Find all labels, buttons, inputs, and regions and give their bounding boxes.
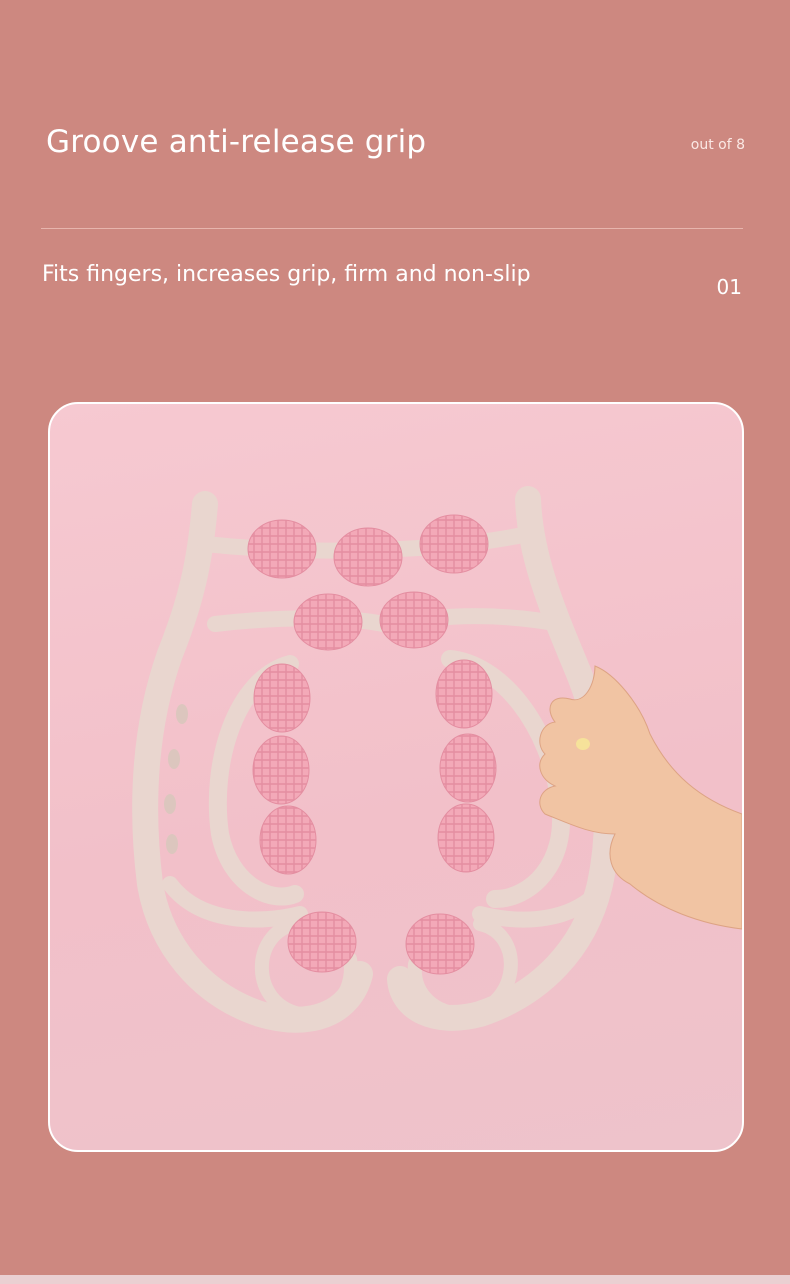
page-title: Groove anti-release grip xyxy=(46,124,427,160)
slide-counter: out of 8 xyxy=(690,137,745,153)
massage-roller-illustration xyxy=(132,486,742,1033)
feature-description: Fits fingers, increases grip, firm and n… xyxy=(42,262,531,287)
feature-index: 01 xyxy=(716,275,742,299)
divider xyxy=(41,228,743,229)
hand xyxy=(539,665,742,930)
grip-bumps xyxy=(164,704,188,854)
product-photo xyxy=(48,402,744,1152)
bottom-band xyxy=(0,1275,790,1284)
